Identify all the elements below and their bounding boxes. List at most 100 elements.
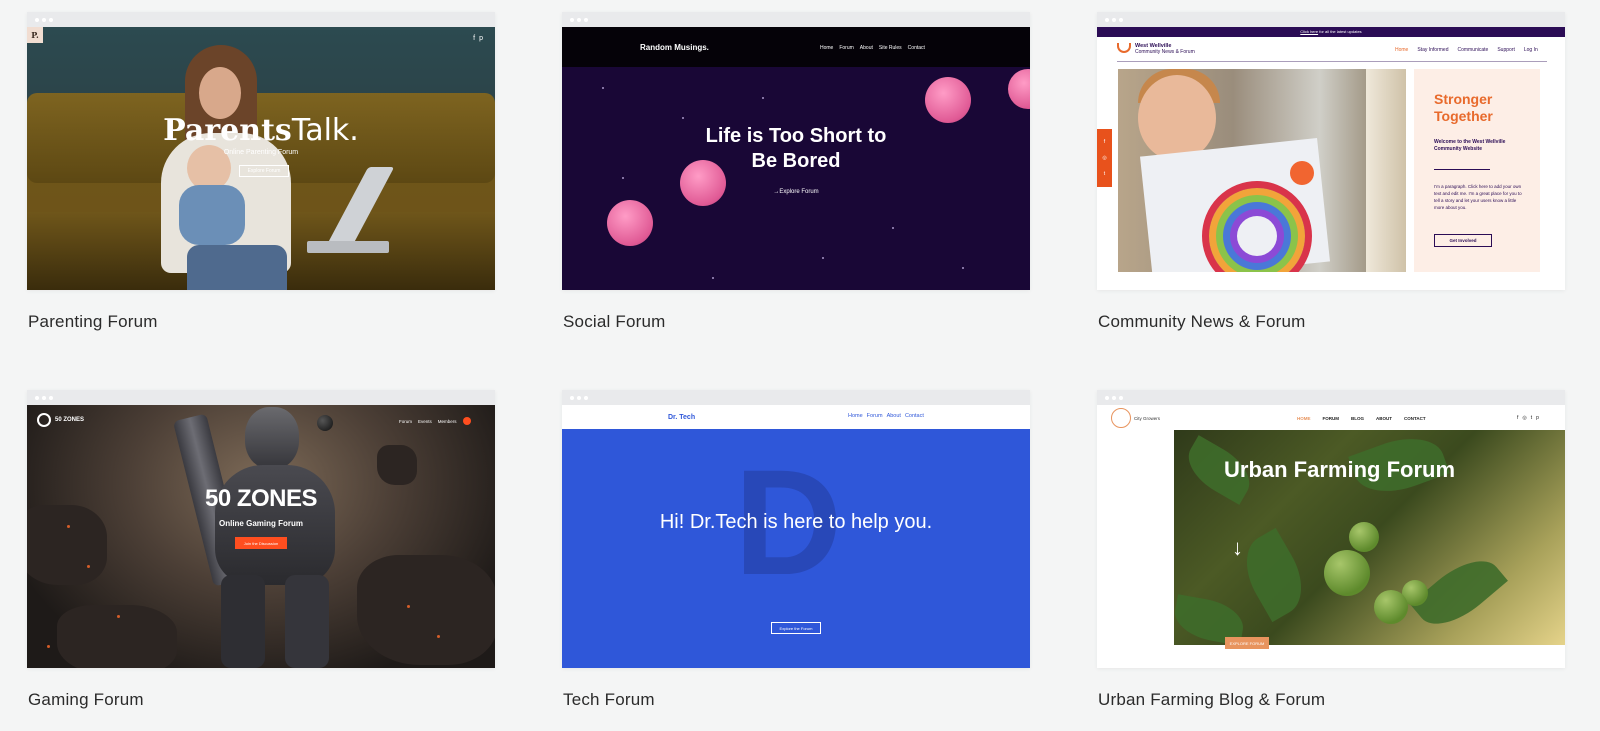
template-preview[interactable]: City Growers HOME FORUM BLOG ABOUT CONTA… bbox=[1097, 390, 1565, 668]
explore-button: Explore Forum bbox=[239, 165, 289, 177]
hero-title: Urban Farming Forum bbox=[1224, 457, 1456, 482]
site-header: Dr. Tech Home Forum About Contact bbox=[562, 405, 1030, 429]
site-logo: 50 ZONES bbox=[37, 413, 84, 427]
announcement-bar: Click here for all the latest updates bbox=[1097, 27, 1565, 37]
preview-screenshot: Random Musings. Home Forum About Site Ru… bbox=[562, 27, 1030, 290]
nav-item: BLOG bbox=[1351, 416, 1364, 421]
site-header: Random Musings. Home Forum About Site Ru… bbox=[562, 27, 1030, 67]
nav-item: Contact bbox=[904, 413, 924, 419]
nav-item: About bbox=[886, 413, 901, 419]
browser-chrome bbox=[1097, 12, 1565, 27]
template-preview[interactable]: Dr. Tech Home Forum About Contact D Hi! … bbox=[562, 390, 1030, 668]
hero-title: ParentsTalk. bbox=[163, 113, 359, 148]
panel-paragraph: I'm a paragraph. Click here to add your … bbox=[1434, 184, 1522, 210]
explore-link: →Explore Forum bbox=[773, 189, 819, 195]
site-brand: Random Musings. bbox=[640, 43, 709, 52]
nav-item: HOME bbox=[1297, 416, 1311, 421]
browser-chrome bbox=[562, 390, 1030, 405]
logo-icon bbox=[37, 413, 51, 427]
nav-item: Site Rules bbox=[878, 45, 902, 51]
nav-item: Forum bbox=[866, 413, 883, 419]
template-preview[interactable]: Click here for all the latest updates We… bbox=[1097, 12, 1565, 290]
browser-chrome bbox=[27, 390, 495, 405]
hero-title: Life is Too Short to Be Bored bbox=[705, 125, 887, 172]
facebook-icon: f bbox=[1103, 139, 1106, 145]
template-title[interactable]: Parenting Forum bbox=[28, 312, 158, 332]
template-title[interactable]: Community News & Forum bbox=[1098, 312, 1306, 332]
site-nav: Forum Events Members bbox=[399, 419, 457, 424]
nav-item: Contact bbox=[907, 45, 925, 51]
intro-panel: Stronger Together Welcome to the West We… bbox=[1414, 69, 1540, 272]
moon-image bbox=[607, 200, 653, 246]
preview-screenshot: Dr. Tech Home Forum About Contact D Hi! … bbox=[562, 405, 1030, 668]
site-logo: P. bbox=[27, 27, 43, 43]
nav-item: Home bbox=[848, 413, 863, 419]
template-title[interactable]: Gaming Forum bbox=[28, 690, 144, 710]
template-card-community[interactable]: Click here for all the latest updates We… bbox=[1097, 12, 1565, 331]
panel-title: Stronger Together bbox=[1434, 91, 1493, 124]
nav-item: ABOUT bbox=[1376, 416, 1392, 421]
welcome-text: Welcome to the West Wellville Community … bbox=[1434, 139, 1506, 152]
nav-item: FORUM bbox=[1322, 416, 1340, 421]
nav-item: Home bbox=[820, 45, 834, 51]
child-drawing-photo bbox=[1118, 69, 1406, 272]
site-nav: Home Forum About Contact bbox=[848, 413, 924, 419]
template-card-urban-farming[interactable]: City Growers HOME FORUM BLOG ABOUT CONTA… bbox=[1097, 390, 1565, 709]
join-discussion-button: Join the Discussion bbox=[235, 537, 287, 549]
instagram-icon: ◎ bbox=[1102, 155, 1107, 161]
browser-chrome bbox=[562, 12, 1030, 27]
nav-item: Events bbox=[418, 419, 432, 424]
nav-item: Communicate bbox=[1457, 47, 1489, 53]
logo-icon bbox=[1117, 43, 1131, 53]
nav-item: CONTACT bbox=[1404, 416, 1426, 421]
template-title[interactable]: Urban Farming Blog & Forum bbox=[1098, 690, 1325, 710]
hero-title: 50 ZONES bbox=[204, 485, 318, 512]
preview-screenshot: 50 ZONES Forum Events Members 50 ZONES O… bbox=[27, 405, 495, 668]
template-gallery: P. fp ParentsTalk. Online Parenting Foru… bbox=[0, 0, 1600, 731]
template-title[interactable]: Tech Forum bbox=[563, 690, 655, 710]
moon-image bbox=[925, 77, 971, 123]
twitter-icon: t bbox=[1103, 171, 1106, 177]
moon-image bbox=[1008, 69, 1030, 109]
nav-item: Log In bbox=[1523, 47, 1538, 53]
orb-image bbox=[317, 415, 333, 431]
share-bar: f ◎ t bbox=[1097, 129, 1112, 187]
template-card-gaming[interactable]: 50 ZONES Forum Events Members 50 ZONES O… bbox=[27, 390, 495, 709]
explore-button: Explore the Forum bbox=[771, 622, 821, 634]
site-logo: City Growers bbox=[1111, 408, 1160, 428]
browser-chrome bbox=[1097, 390, 1565, 405]
nav-item: Members bbox=[437, 419, 457, 424]
social-icons: f◎tp bbox=[1517, 415, 1543, 421]
template-card-parenting[interactable]: P. fp ParentsTalk. Online Parenting Foru… bbox=[27, 12, 495, 331]
baby-image bbox=[175, 145, 251, 255]
site-nav: Home Forum About Site Rules Contact bbox=[820, 45, 925, 51]
social-icons: fp bbox=[473, 35, 487, 42]
site-nav: HOME FORUM BLOG ABOUT CONTACT bbox=[1297, 416, 1426, 421]
user-avatar-icon bbox=[463, 417, 471, 425]
hero-title: Hi! Dr.Tech is here to help you. bbox=[659, 511, 933, 533]
preview-screenshot: City Growers HOME FORUM BLOG ABOUT CONTA… bbox=[1097, 405, 1565, 668]
template-preview[interactable]: 50 ZONES Forum Events Members 50 ZONES O… bbox=[27, 390, 495, 668]
template-card-social[interactable]: Random Musings. Home Forum About Site Ru… bbox=[562, 12, 1030, 331]
nav-item: Stay Informed bbox=[1417, 47, 1449, 53]
get-involved-button: Get Involved bbox=[1434, 234, 1492, 247]
browser-chrome bbox=[27, 12, 495, 27]
nav-item: Support bbox=[1497, 47, 1515, 53]
preview-screenshot: P. fp ParentsTalk. Online Parenting Foru… bbox=[27, 27, 495, 290]
explore-forum-button: EXPLORE FORUM bbox=[1225, 637, 1269, 649]
nav-item: Forum bbox=[399, 419, 413, 424]
template-preview[interactable]: Random Musings. Home Forum About Site Ru… bbox=[562, 12, 1030, 290]
template-card-tech[interactable]: Dr. Tech Home Forum About Contact D Hi! … bbox=[562, 390, 1030, 709]
logo-icon bbox=[1111, 408, 1131, 428]
template-preview[interactable]: P. fp ParentsTalk. Online Parenting Foru… bbox=[27, 12, 495, 290]
arrow-down-icon: ↓ bbox=[1232, 535, 1243, 560]
site-nav: Home Stay Informed Communicate Support L… bbox=[1395, 47, 1538, 53]
hero-subtitle: Online Parenting Forum bbox=[223, 149, 299, 156]
template-title[interactable]: Social Forum bbox=[563, 312, 666, 332]
nav-item: Forum bbox=[839, 45, 854, 51]
hero-subtitle: Online Gaming Forum bbox=[218, 519, 303, 528]
preview-screenshot: Click here for all the latest updates We… bbox=[1097, 27, 1565, 290]
nav-item: About bbox=[859, 45, 873, 51]
laptop-image bbox=[307, 167, 427, 259]
nav-item: Home bbox=[1395, 47, 1409, 53]
